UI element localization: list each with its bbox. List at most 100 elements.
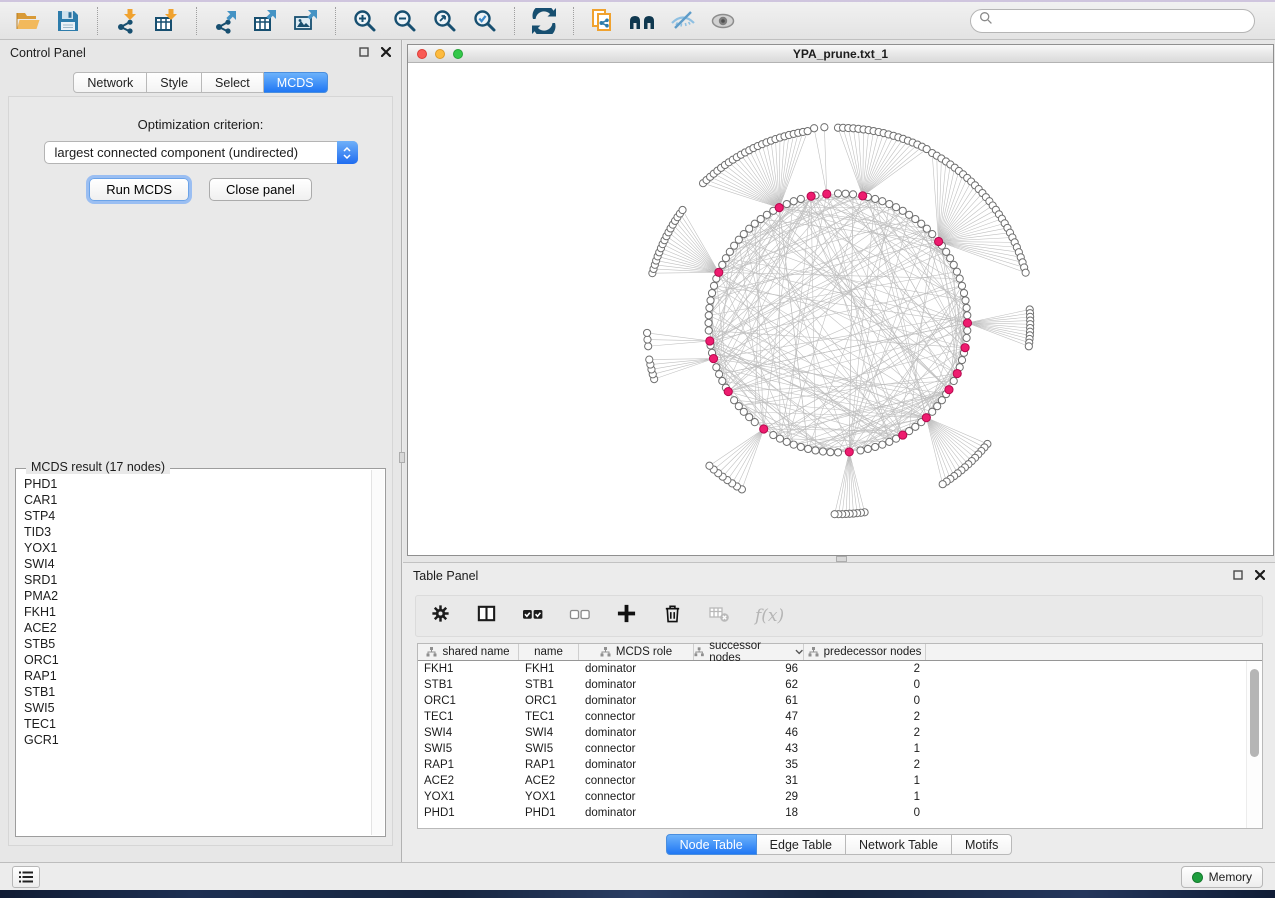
table-cell: 0	[804, 695, 926, 707]
scrollbar-thumb[interactable]	[1250, 669, 1259, 757]
table-row[interactable]: FKH1FKH1dominator962	[418, 661, 1246, 677]
table-cell: 1	[804, 775, 926, 787]
optimization-criterion-dropdown[interactable]: largest connected component (undirected)	[44, 141, 358, 164]
float-panel-icon[interactable]	[359, 46, 369, 60]
table-cell: TEC1	[519, 711, 579, 723]
tab-select[interactable]: Select	[202, 72, 264, 93]
tab-network-table[interactable]: Network Table	[846, 834, 952, 855]
table-cell: 18	[694, 807, 804, 819]
mcds-result-item[interactable]: ORC1	[24, 652, 370, 668]
mcds-result-item[interactable]: ACE2	[24, 620, 370, 636]
tab-network[interactable]: Network	[73, 72, 147, 93]
mcds-result-item[interactable]: SRD1	[24, 572, 370, 588]
table-cell: 2	[804, 711, 926, 723]
mcds-result-item[interactable]: STB5	[24, 636, 370, 652]
float-panel-icon[interactable]	[1233, 569, 1243, 583]
mcds-result-item[interactable]: PMA2	[24, 588, 370, 604]
tab-mcds[interactable]: MCDS	[264, 72, 328, 93]
tab-edge-table[interactable]: Edge Table	[757, 834, 846, 855]
new-network-from-selection-button[interactable]	[586, 5, 620, 37]
control-panel-title: Control Panel	[10, 46, 86, 60]
select-all-icon[interactable]	[522, 603, 544, 630]
mcds-result-item[interactable]: RAP1	[24, 668, 370, 684]
gear-icon[interactable]	[430, 603, 451, 629]
table-row[interactable]: SWI4SWI4dominator462	[418, 725, 1246, 741]
close-panel-icon[interactable]	[381, 46, 391, 60]
table-row[interactable]: ORC1ORC1dominator610	[418, 693, 1246, 709]
mcds-result-list[interactable]: PHD1CAR1STP4TID3YOX1SWI4SRD1PMA2FKH1ACE2…	[18, 471, 370, 834]
close-panel-icon[interactable]	[1255, 569, 1265, 583]
export-network-button[interactable]	[209, 5, 243, 37]
minimize-window-icon[interactable]	[435, 49, 445, 59]
control-panel: Control Panel Network Style Select MCDS …	[0, 40, 402, 862]
mcds-result-item[interactable]: YOX1	[24, 540, 370, 556]
search-field[interactable]	[970, 9, 1255, 33]
node-table: shared name name MCDS role successor nod…	[417, 643, 1263, 829]
column-header-name[interactable]: name	[519, 644, 579, 660]
column-header-successor-nodes[interactable]: successor nodes	[694, 644, 804, 660]
column-header-mcds-role[interactable]: MCDS role	[579, 644, 694, 660]
zoom-in-button[interactable]	[348, 5, 382, 37]
mcds-result-item[interactable]: TID3	[24, 524, 370, 540]
tab-motifs[interactable]: Motifs	[952, 834, 1012, 855]
show-columns-icon[interactable]	[476, 603, 497, 629]
export-image-button[interactable]	[289, 5, 323, 37]
table-row[interactable]: SWI5SWI5connector431	[418, 741, 1246, 757]
column-header-predecessor-nodes[interactable]: predecessor nodes	[804, 644, 926, 660]
mcds-result-item[interactable]: SWI5	[24, 700, 370, 716]
memory-button[interactable]: Memory	[1181, 866, 1263, 888]
mcds-result-item[interactable]: SWI4	[24, 556, 370, 572]
refresh-button[interactable]	[527, 5, 561, 37]
deselect-all-icon[interactable]	[569, 603, 591, 630]
maximize-window-icon[interactable]	[453, 49, 463, 59]
close-panel-button[interactable]: Close panel	[209, 178, 312, 201]
hide-eye-icon	[670, 8, 696, 34]
hide-selected-button[interactable]	[666, 5, 700, 37]
save-session-button[interactable]	[51, 5, 85, 37]
import-table-button[interactable]	[150, 5, 184, 37]
table-row[interactable]: ACE2ACE2connector311	[418, 773, 1246, 789]
vertical-splitter-grip[interactable]	[399, 452, 405, 463]
zoom-selected-button[interactable]	[468, 5, 502, 37]
zoom-out-button[interactable]	[388, 5, 422, 37]
table-body[interactable]: FKH1FKH1dominator962STB1STB1dominator620…	[418, 661, 1246, 828]
show-all-button[interactable]	[706, 5, 740, 37]
table-row[interactable]: STB1STB1dominator620	[418, 677, 1246, 693]
run-mcds-button[interactable]: Run MCDS	[89, 178, 189, 201]
import-network-button[interactable]	[110, 5, 144, 37]
mcds-result-item[interactable]: CAR1	[24, 492, 370, 508]
first-neighbors-button[interactable]	[626, 5, 660, 37]
zoom-fit-button[interactable]	[428, 5, 462, 37]
table-row[interactable]: YOX1YOX1connector291	[418, 789, 1246, 805]
task-history-button[interactable]	[12, 866, 40, 888]
delete-column-icon[interactable]	[662, 603, 683, 629]
table-cell: 47	[694, 711, 804, 723]
mcds-result-item[interactable]: STP4	[24, 508, 370, 524]
mcds-result-item[interactable]: TEC1	[24, 716, 370, 732]
network-area: YPA_prune.txt_1 Table Panel	[403, 40, 1275, 862]
tab-node-table[interactable]: Node Table	[666, 834, 757, 855]
open-file-button[interactable]	[11, 5, 45, 37]
table-scrollbar[interactable]	[1246, 661, 1262, 828]
export-table-button[interactable]	[249, 5, 283, 37]
table-row[interactable]: PHD1PHD1dominator180	[418, 805, 1246, 821]
mcds-list-scrollbar[interactable]	[371, 470, 384, 835]
network-window-titlebar[interactable]: YPA_prune.txt_1	[408, 45, 1273, 63]
mcds-result-item[interactable]: GCR1	[24, 732, 370, 748]
add-column-icon[interactable]	[616, 603, 637, 629]
mcds-result-item[interactable]: FKH1	[24, 604, 370, 620]
table-cell: SWI4	[418, 727, 519, 739]
close-window-icon[interactable]	[417, 49, 427, 59]
table-row[interactable]: TEC1TEC1connector472	[418, 709, 1246, 725]
network-view[interactable]	[408, 64, 1273, 555]
mcds-result-item[interactable]: STB1	[24, 684, 370, 700]
mcds-result-item[interactable]: PHD1	[24, 476, 370, 492]
list-icon	[18, 869, 34, 885]
column-header-shared-name[interactable]: shared name	[418, 644, 519, 660]
table-cell: 2	[804, 727, 926, 739]
network-graph[interactable]	[408, 64, 1273, 555]
toolbar-separator	[335, 7, 336, 35]
search-input[interactable]	[998, 13, 1246, 29]
tab-style[interactable]: Style	[147, 72, 202, 93]
table-row[interactable]: RAP1RAP1dominator352	[418, 757, 1246, 773]
